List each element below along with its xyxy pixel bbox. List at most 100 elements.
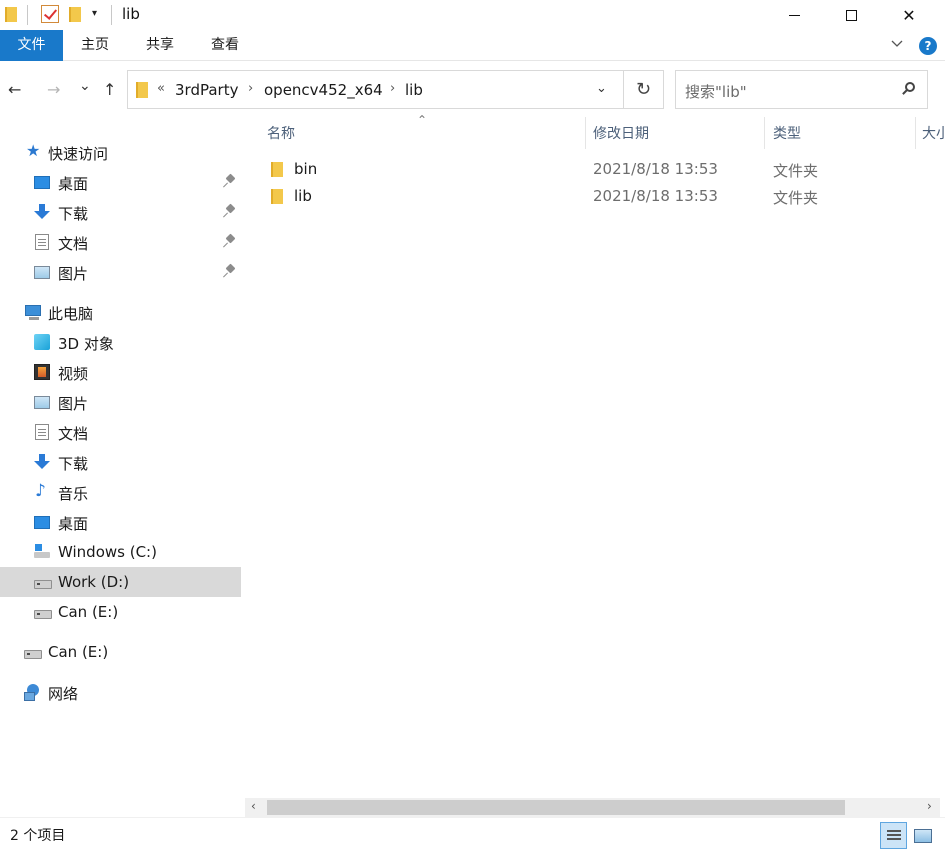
- tab-file[interactable]: 文件: [0, 30, 63, 61]
- sidebar-item-network[interactable]: 网络: [0, 677, 241, 707]
- sidebar-item-documents[interactable]: 文档: [0, 227, 241, 257]
- sidebar-item-drive-c[interactable]: Windows (C:): [0, 537, 241, 567]
- sidebar-item-desktop[interactable]: 桌面: [0, 167, 241, 197]
- horizontal-scrollbar[interactable]: ‹ ›: [245, 798, 940, 817]
- sidebar-item-label: 音乐: [58, 485, 89, 503]
- refresh-button[interactable]: ↻: [624, 70, 664, 109]
- sidebar-item-quick-access[interactable]: ★ 快速访问: [0, 137, 241, 167]
- status-bar: 2 个项目: [0, 817, 945, 855]
- tab-view[interactable]: 查看: [200, 30, 250, 61]
- scrollbar-thumb[interactable]: [267, 800, 845, 815]
- column-header-name[interactable]: 名称: [267, 123, 295, 143]
- sidebar-item-label: Work (D:): [58, 573, 130, 591]
- sidebar-item-desktop-pc[interactable]: 桌面: [0, 507, 241, 537]
- desktop-icon: [34, 176, 50, 189]
- sidebar-item-label: 图片: [58, 395, 89, 413]
- pin-icon: [224, 205, 236, 219]
- column-header-type[interactable]: 类型: [773, 123, 801, 143]
- window-title: lib: [122, 5, 140, 23]
- drive-icon: [24, 644, 42, 660]
- recent-locations-button[interactable]: ⌄: [79, 78, 91, 94]
- column-divider[interactable]: [585, 117, 586, 149]
- sidebar-item-label: Windows (C:): [58, 543, 157, 561]
- breadcrumb-lib[interactable]: lib: [405, 81, 423, 99]
- file-row[interactable]: bin 2021/8/18 13:53 文件夹: [263, 157, 943, 184]
- sidebar-item-label: 下载: [58, 455, 89, 473]
- sidebar-item-downloads-pc[interactable]: 下载: [0, 447, 241, 477]
- drive-icon: [34, 574, 52, 590]
- sidebar-item-label: Can (E:): [58, 603, 119, 621]
- sidebar-item-pictures[interactable]: 图片: [0, 257, 241, 287]
- sidebar-item-label: 桌面: [58, 175, 89, 193]
- sidebar-item-label: 下载: [58, 205, 89, 223]
- file-name: bin: [294, 160, 318, 178]
- sidebar-item-this-pc[interactable]: 此电脑: [0, 297, 241, 327]
- scroll-right-button[interactable]: ›: [927, 799, 932, 813]
- minimize-button[interactable]: [765, 0, 823, 30]
- ribbon-tabs: 文件 主页 共享 查看 ?: [0, 30, 945, 61]
- pin-icon: [224, 235, 236, 249]
- minimize-icon: [788, 14, 800, 16]
- sidebar-item-music[interactable]: ♪ 音乐: [0, 477, 241, 507]
- new-folder-icon[interactable]: [69, 7, 81, 22]
- back-button[interactable]: ←: [8, 80, 21, 99]
- properties-icon[interactable]: [41, 5, 59, 23]
- sidebar-item-label: Can (E:): [48, 643, 109, 661]
- file-row[interactable]: lib 2021/8/18 13:53 文件夹: [263, 184, 943, 211]
- title-bar: ▾ lib ✕: [0, 0, 945, 30]
- download-icon: [34, 454, 50, 470]
- drive-icon: [34, 604, 52, 620]
- details-view-button[interactable]: [880, 822, 907, 849]
- sidebar-item-videos[interactable]: 视频: [0, 357, 241, 387]
- address-history-dropdown[interactable]: ⌄: [596, 81, 607, 96]
- pin-icon: [224, 175, 236, 189]
- sidebar-item-3d-objects[interactable]: 3D 对象: [0, 327, 241, 357]
- search-input[interactable]: 搜索"lib": [675, 70, 928, 109]
- desktop-icon: [34, 516, 50, 529]
- breadcrumb-separator[interactable]: ›: [248, 81, 253, 96]
- maximize-button[interactable]: [822, 0, 880, 30]
- file-name: lib: [294, 187, 312, 205]
- refresh-icon: ↻: [635, 79, 652, 100]
- sidebar-item-drive-e-removable[interactable]: Can (E:): [0, 637, 241, 667]
- sidebar-item-downloads[interactable]: 下载: [0, 197, 241, 227]
- tab-home[interactable]: 主页: [70, 30, 120, 61]
- breadcrumb-3rdparty[interactable]: 3rdParty: [175, 81, 238, 99]
- sidebar-item-drive-e[interactable]: Can (E:): [0, 597, 241, 627]
- sidebar-item-drive-d[interactable]: Work (D:): [0, 567, 241, 597]
- maximize-icon: [845, 9, 857, 21]
- file-modified: 2021/8/18 13:53: [593, 160, 718, 178]
- breadcrumb-opencv[interactable]: opencv452_x64: [264, 81, 383, 99]
- star-icon: ★: [26, 141, 41, 160]
- up-button[interactable]: ↑: [103, 80, 116, 99]
- scroll-left-button[interactable]: ‹: [251, 799, 256, 813]
- document-icon: [35, 234, 49, 250]
- help-icon[interactable]: ?: [919, 37, 937, 55]
- sidebar-item-documents-pc[interactable]: 文档: [0, 417, 241, 447]
- large-icons-view-button[interactable]: [909, 822, 936, 849]
- titlebar-separator: [111, 5, 112, 25]
- sidebar-item-label: 图片: [58, 265, 89, 283]
- address-bar[interactable]: « 3rdParty › opencv452_x64 › lib ⌄: [127, 70, 624, 109]
- search-icon[interactable]: [902, 82, 916, 96]
- item-count: 2 个项目: [10, 828, 66, 844]
- breadcrumb-separator[interactable]: ›: [390, 81, 395, 96]
- column-divider[interactable]: [764, 117, 765, 149]
- column-header-size[interactable]: 大小: [922, 123, 945, 143]
- folder-icon: [271, 189, 283, 204]
- network-icon: [24, 684, 40, 701]
- close-button[interactable]: ✕: [880, 0, 938, 30]
- file-type: 文件夹: [773, 189, 819, 207]
- file-type: 文件夹: [773, 162, 819, 180]
- sidebar-item-pictures-pc[interactable]: 图片: [0, 387, 241, 417]
- column-header-modified[interactable]: 修改日期: [593, 123, 649, 143]
- column-divider[interactable]: [915, 117, 916, 149]
- tab-share[interactable]: 共享: [135, 30, 185, 61]
- breadcrumb-overflow[interactable]: «: [157, 81, 165, 96]
- video-icon: [34, 364, 50, 380]
- quick-access-toolbar-dropdown[interactable]: ▾: [92, 8, 97, 19]
- expand-ribbon-icon[interactable]: [891, 37, 903, 49]
- titlebar-separator: [27, 5, 28, 25]
- pin-icon: [224, 265, 236, 279]
- forward-button[interactable]: →: [47, 80, 60, 99]
